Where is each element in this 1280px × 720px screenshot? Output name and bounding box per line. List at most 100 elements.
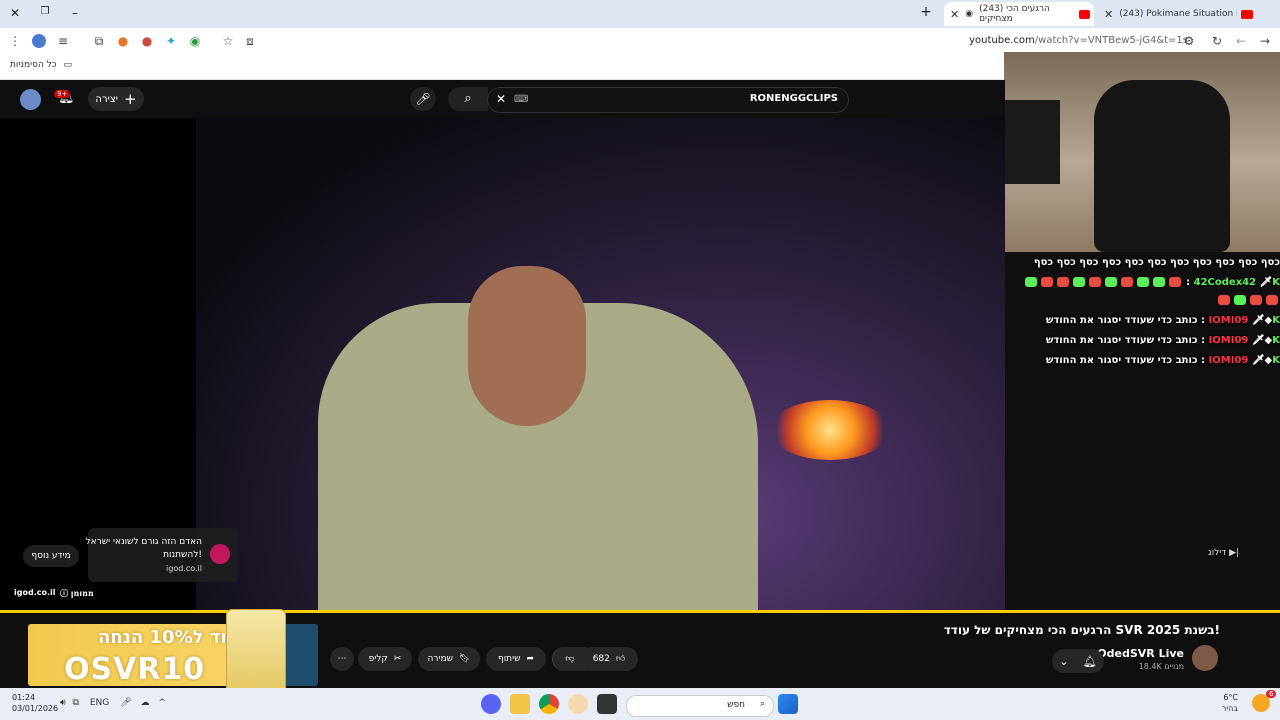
gaming-chair: [1094, 80, 1230, 252]
system-clock[interactable]: 01:24 03/01/2026: [12, 692, 58, 714]
search-input[interactable]: ✕ ⌨ RONENGGCLIPS: [487, 87, 849, 113]
chat-username[interactable]: IOMI09: [1209, 355, 1249, 366]
search-icon: ⌕: [464, 91, 472, 106]
like-button[interactable]: 682 👍︎: [580, 647, 638, 671]
youtube-favicon-icon: [1241, 9, 1254, 19]
more-actions-button[interactable]: ⋯: [330, 647, 354, 671]
thumbs-down-icon: 👎︎: [565, 654, 575, 664]
ad-logo-icon: [210, 544, 230, 564]
network-icon[interactable]: ⧉: [73, 698, 79, 708]
tray-chevron-up-icon[interactable]: ^: [158, 698, 166, 708]
badge-icon: 🗡◆: [1251, 355, 1273, 366]
extension-orange-icon[interactable]: ●: [116, 34, 130, 48]
channel-name[interactable]: OdedSVR Live: [1097, 647, 1184, 660]
close-window-icon[interactable]: ✕: [7, 6, 23, 20]
channel-avatar[interactable]: [1192, 645, 1218, 671]
chat-username[interactable]: IOMI09: [1209, 315, 1249, 326]
subscription-bell-button[interactable]: ⌄ 🔔︎: [1052, 649, 1104, 673]
sponsored-label: ⓘ ממומן: [60, 588, 94, 599]
chat-message: כותב כדי שעודד יסגור את החודש : IOMI09 🗡…: [1045, 315, 1280, 326]
ad-footer-site[interactable]: igod.co.il: [14, 588, 56, 597]
minimize-window-icon[interactable]: –: [67, 6, 83, 20]
clear-search-icon[interactable]: ✕: [496, 92, 506, 106]
menu-kebab-icon[interactable]: ⋮: [8, 34, 22, 48]
tab-close-icon[interactable]: ✕: [950, 8, 959, 21]
share-label: שיתוף: [497, 654, 521, 664]
share-button[interactable]: שיתוף ➦: [486, 647, 546, 671]
all-bookmarks-button[interactable]: כל הסימניות ▭: [10, 60, 72, 70]
discord-app-icon[interactable]: [481, 694, 501, 714]
new-tab-icon[interactable]: +: [918, 4, 934, 20]
extension-red-icon[interactable]: ●: [140, 34, 154, 48]
terminal-app-icon[interactable]: [597, 694, 617, 714]
extension-blue-icon[interactable]: ✦: [164, 34, 178, 48]
cast-icon[interactable]: ⧈: [243, 34, 257, 48]
weather-widget[interactable]: 6°C בהיר: [1222, 692, 1238, 714]
chat-text: כותב כדי שעודד יסגור את החודש: [1045, 355, 1198, 366]
bookmark-star-icon[interactable]: ☆: [221, 34, 235, 48]
tab-audio-icon[interactable]: ◉: [965, 9, 973, 19]
browser-tab-bar: ✕ ❐ – + ✕ ◉ (243) הרגעים הכי מצחיקים ✕ (…: [0, 0, 1280, 28]
weather-temp: 6°C: [1223, 693, 1238, 702]
file-explorer-icon[interactable]: [510, 694, 530, 714]
url-field[interactable]: youtube.com/watch?v=VNTBew5-jG4&t=1s: [969, 35, 1188, 46]
taskbar-search-input[interactable]: ⌕ חפש: [626, 695, 774, 717]
skip-label: דילוג: [1208, 548, 1227, 558]
chat-text: כסף כסף כסף כסף כסף כסף כסף כסף כסף כסף …: [1033, 257, 1280, 268]
reading-list-icon[interactable]: ≡: [56, 34, 70, 48]
folder-icon: ▭: [63, 60, 72, 70]
more-info-button[interactable]: מידע נוסף: [23, 545, 79, 567]
save-label: שמירה: [427, 654, 454, 664]
url-path: /watch?v=VNTBew5-jG4&t=1s: [1034, 35, 1188, 46]
voice-search-mic-icon[interactable]: 🎤︎: [410, 87, 436, 111]
emote-icon: [1040, 277, 1053, 287]
search-icon: ⌕: [759, 699, 765, 709]
chrome-app-icon[interactable]: [539, 694, 559, 714]
chat-username[interactable]: IOMI09: [1209, 335, 1249, 346]
dislike-button[interactable]: 👎︎: [552, 647, 587, 671]
keyboard-icon[interactable]: ⌨: [514, 94, 528, 105]
save-button[interactable]: שמירה 🔖︎: [418, 647, 480, 671]
language-indicator[interactable]: ENG: [90, 698, 109, 708]
tab-active[interactable]: ✕ ◉ (243) הרגעים הכי מצחיקים: [944, 2, 1094, 26]
url-host: youtube.com: [969, 35, 1035, 46]
notification-badge: 9+: [54, 90, 71, 98]
create-button[interactable]: יצירה +: [88, 87, 144, 111]
chat-message: : 42Codex42 🗡K: [1023, 277, 1280, 288]
forward-icon[interactable]: ←: [1234, 34, 1248, 48]
search-button[interactable]: ⌕: [448, 87, 488, 111]
reload-icon[interactable]: ↻: [1210, 34, 1224, 48]
extension-green-icon[interactable]: ◉: [188, 34, 202, 48]
app-icon[interactable]: [568, 694, 588, 714]
emote-icon: [1120, 277, 1133, 287]
microphone-icon[interactable]: 🎤︎: [120, 698, 131, 708]
clip-button[interactable]: קליפ ✂: [358, 647, 412, 671]
cloud-off-icon[interactable]: ☁: [140, 698, 149, 708]
extensions-icon[interactable]: ⧉: [92, 34, 106, 48]
chat-text: כותב כדי שעודד יסגור את החודש: [1045, 315, 1198, 326]
info-icon[interactable]: ⓘ: [60, 589, 71, 598]
create-label: יצירה: [95, 93, 118, 105]
kick-badge-icon: K: [1272, 335, 1280, 346]
account-avatar[interactable]: [20, 89, 41, 110]
windows-start-icon[interactable]: [778, 694, 798, 714]
skip-ad-button[interactable]: דילוג ▶|: [1208, 548, 1239, 558]
volume-icon[interactable]: 🔊︎: [60, 698, 66, 708]
windows-taskbar: 01:24 03/01/2026 🔊︎ ⧉ ENG 🎤︎ ☁ ^ ⌕ חפש 6…: [0, 688, 1280, 720]
badge-icon: 🗡◆: [1251, 315, 1273, 326]
tab-inactive[interactable]: ✕ (243) Pokimane Situation is Pat: [1098, 2, 1280, 26]
chat-username[interactable]: 42Codex42: [1194, 277, 1256, 288]
scissors-icon: ✂: [393, 654, 402, 664]
tab-close-icon[interactable]: ✕: [1104, 8, 1113, 21]
ad-overlay-card[interactable]: האדם הזה גורם לשונאי ישראל להשתנות! igod…: [86, 528, 238, 582]
plus-icon: +: [124, 90, 137, 108]
restore-window-icon[interactable]: ❐: [37, 6, 53, 17]
tab-label: (243) Pokimane Situation is Pat: [1119, 9, 1237, 19]
emote-icon: [1234, 295, 1246, 305]
back-icon[interactable]: →: [1258, 34, 1272, 48]
site-settings-icon[interactable]: ⚙: [1182, 34, 1196, 48]
kick-badge-icon: K: [1272, 355, 1280, 366]
tab-label: (243) הרגעים הכי מצחיקים: [979, 4, 1050, 24]
banner-code: OSVR10: [64, 652, 206, 686]
profile-icon[interactable]: [32, 34, 46, 48]
